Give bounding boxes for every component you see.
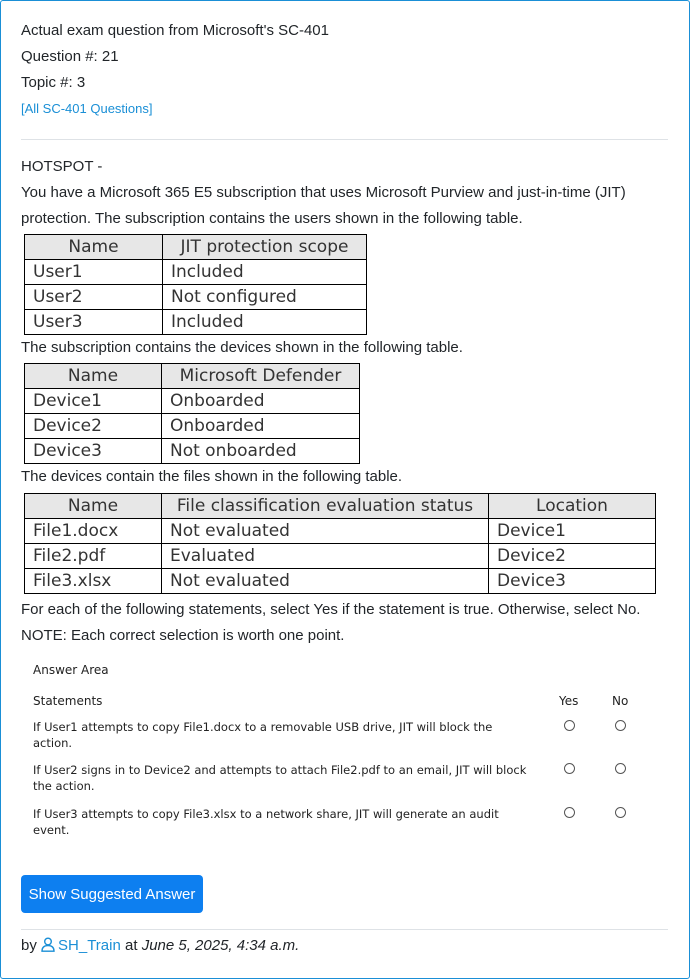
statement-3-no-radio[interactable] [615, 807, 626, 818]
footer-divider [21, 929, 668, 930]
table-cell: Device3 [488, 568, 656, 594]
table-header-cell: File classification evaluation status [161, 493, 489, 519]
statement-3-yes-radio[interactable] [564, 807, 575, 818]
table-cell: User3 [24, 309, 163, 335]
question-intro: You have a Microsoft 365 E5 subscription… [21, 184, 626, 227]
table-row: Device2 Onboarded [24, 413, 360, 439]
question-content: Actual exam question from Microsoft's SC… [21, 0, 671, 837]
table-row: Device1 Onboarded [24, 388, 360, 414]
table-row: File3.xlsx Not evaluated Device3 [24, 568, 656, 594]
exam-title: Actual exam question from Microsoft's SC… [21, 22, 329, 39]
table-header-row: Name JIT protection scope [24, 234, 367, 260]
show-suggested-answer-button[interactable]: Show Suggested Answer [21, 875, 203, 913]
table-header-cell: JIT protection scope [162, 234, 367, 260]
table-cell: Not onboarded [161, 438, 360, 464]
instruction-text: For each of the following statements, se… [21, 601, 641, 618]
author-name: SH_Train [58, 937, 121, 954]
table-cell: Included [162, 259, 367, 285]
table-row: File2.pdf Evaluated Device2 [24, 543, 656, 569]
at-label: at [125, 937, 138, 954]
all-questions-link[interactable]: [All SC-401 Questions] [21, 96, 153, 122]
table-cell: File2.pdf [24, 543, 162, 569]
statement-2: If User2 signs in to Device2 and attempt… [33, 763, 527, 793]
table-cell: Device2 [488, 543, 656, 569]
statement-1-yes-radio[interactable] [564, 720, 575, 731]
statement-1-no-radio[interactable] [615, 720, 626, 731]
table-header-cell: Name [24, 493, 162, 519]
author-link[interactable]: SH_Train [41, 937, 125, 954]
answer-area-title: Answer Area [33, 663, 109, 677]
table-row: File1.docx Not evaluated Device1 [24, 518, 656, 544]
question-type: HOTSPOT - [21, 158, 103, 175]
statement-2-yes-radio[interactable] [564, 763, 575, 774]
by-label: by [21, 937, 37, 954]
statements-header: Statements [33, 694, 103, 708]
table-header-cell: Name [24, 234, 163, 260]
table-cell: Device2 [24, 413, 162, 439]
table-cell: Not configured [162, 284, 367, 310]
table-cell: Not evaluated [161, 568, 489, 594]
statement-1: If User1 attempts to copy File1.docx to … [33, 720, 493, 750]
yes-column-header: Yes [559, 694, 579, 708]
statement-3: If User3 attempts to copy File3.xlsx to … [33, 807, 499, 837]
files-intro: The devices contain the files shown in t… [21, 468, 403, 485]
table-row: User2 Not configured [24, 284, 367, 310]
table-row: User1 Included [24, 259, 367, 285]
table-header-cell: Location [488, 493, 656, 519]
users-table: Name JIT protection scope User1 Included… [24, 234, 367, 335]
table-cell: File3.xlsx [24, 568, 162, 594]
table-cell: Device3 [24, 438, 162, 464]
table-cell: Device1 [24, 388, 162, 414]
table-row: User3 Included [24, 309, 367, 335]
table-cell: User2 [24, 284, 163, 310]
topic-number: Topic #: 3 [21, 74, 86, 91]
statement-2-no-radio[interactable] [615, 763, 626, 774]
table-cell: User1 [24, 259, 163, 285]
table-cell: Not evaluated [161, 518, 489, 544]
table-row: Device3 Not onboarded [24, 438, 360, 464]
devices-intro: The subscription contains the devices sh… [21, 339, 463, 356]
table-cell: Onboarded [161, 388, 360, 414]
post-date: June 5, 2025, 4:34 a.m. [141, 937, 300, 954]
table-cell: Included [162, 309, 367, 335]
post-footer: by SH_Train at June 5, 2025, 4:34 a.m. [21, 935, 299, 957]
files-table: Name File classification evaluation stat… [24, 493, 656, 594]
user-icon [41, 937, 55, 952]
header-divider [21, 139, 668, 140]
table-header-cell: Name [24, 363, 162, 389]
question-number: Question #: 21 [21, 48, 119, 65]
table-cell: Device1 [488, 518, 656, 544]
table-cell: Evaluated [161, 543, 489, 569]
table-cell: Onboarded [161, 413, 360, 439]
table-header-row: Name File classification evaluation stat… [24, 493, 656, 519]
note-text: NOTE: Each correct selection is worth on… [21, 627, 345, 644]
no-column-header: No [612, 694, 629, 708]
devices-table: Name Microsoft Defender Device1 Onboarde… [24, 363, 360, 464]
table-header-cell: Microsoft Defender [161, 363, 360, 389]
table-cell: File1.docx [24, 518, 162, 544]
table-header-row: Name Microsoft Defender [24, 363, 360, 389]
answer-area: Answer Area Statements Yes No If User1 a… [21, 657, 671, 837]
